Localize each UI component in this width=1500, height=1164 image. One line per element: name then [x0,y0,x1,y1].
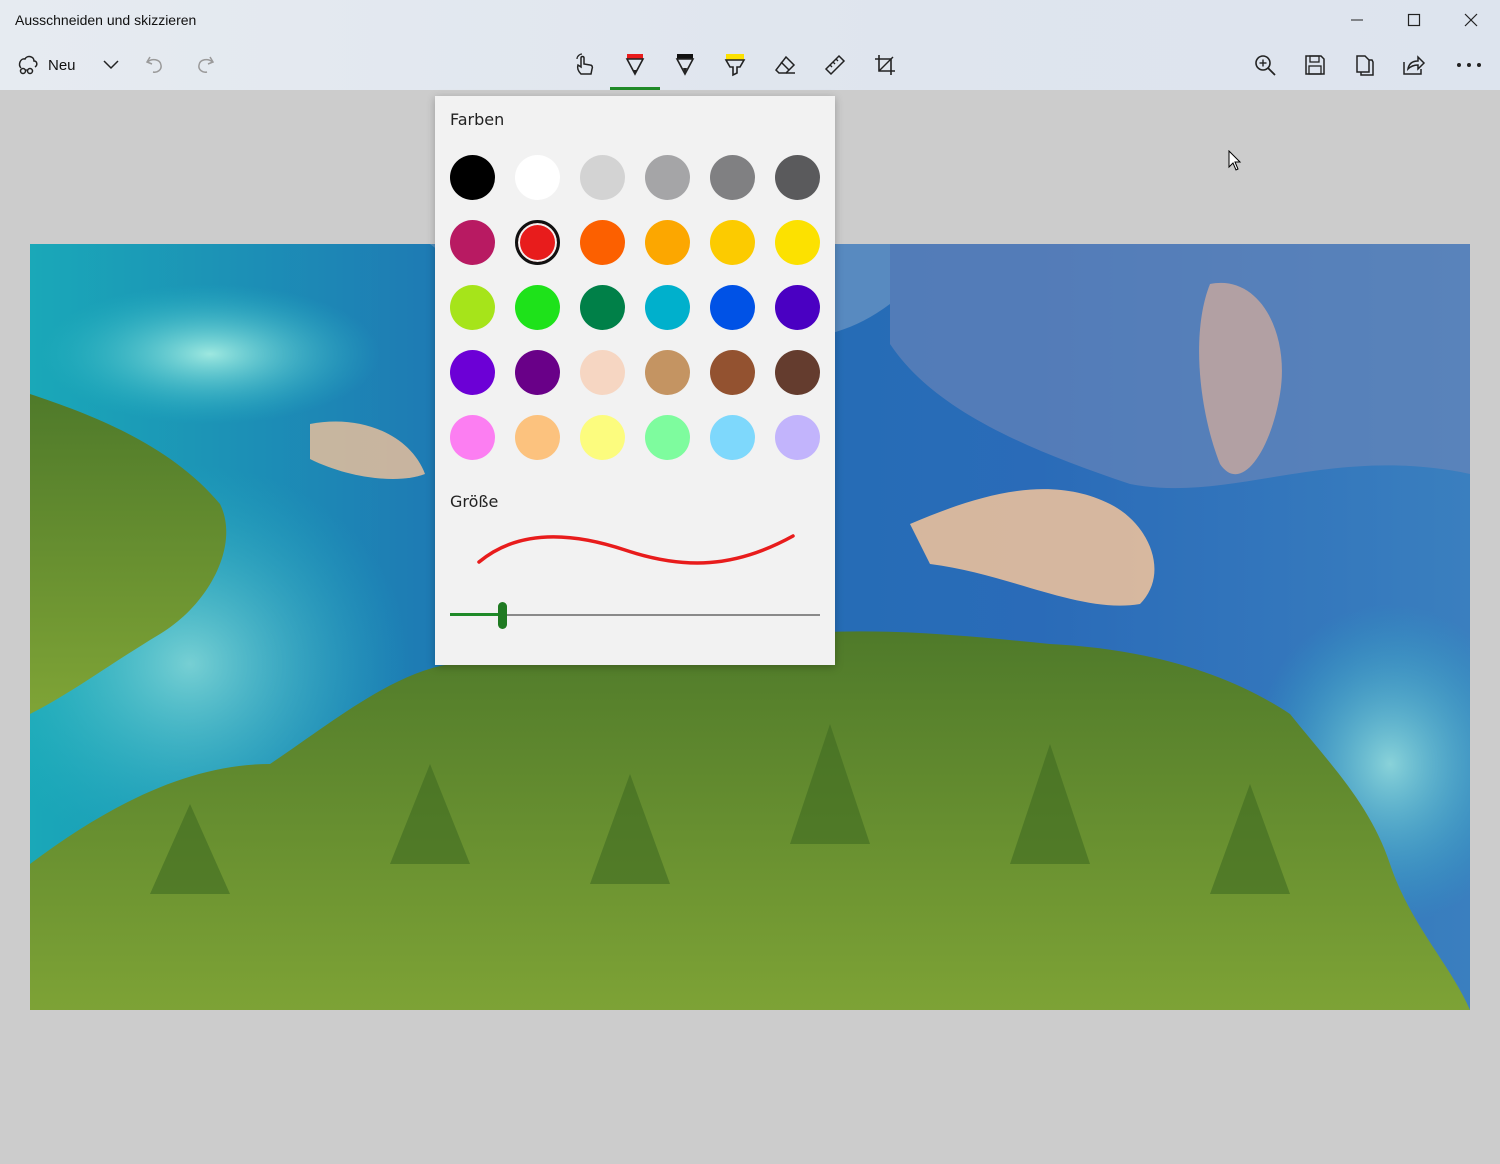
stroke-size-preview [477,534,795,565]
color-swatch[interactable] [580,155,625,200]
share-icon [1403,55,1426,75]
color-swatch[interactable] [645,155,690,200]
active-tool-indicator [610,87,660,90]
color-swatch[interactable] [515,220,560,265]
color-swatch[interactable] [710,155,755,200]
ruler-icon [824,54,846,76]
color-swatch[interactable] [515,415,560,460]
crop-icon [875,55,895,75]
eraser-icon [775,55,796,74]
more-icon [1457,63,1481,67]
color-swatch[interactable] [450,220,495,265]
slider-fill [450,613,502,616]
minimize-icon [1351,19,1363,21]
highlighter-button[interactable] [712,44,758,86]
color-swatch[interactable] [775,285,820,330]
size-slider[interactable] [450,600,820,630]
color-swatch[interactable] [775,155,820,200]
app-title: Ausschneiden und skizzieren [15,12,197,28]
color-swatch[interactable] [515,350,560,395]
copy-button[interactable] [1342,44,1388,86]
close-icon [1464,13,1478,27]
title-bar: Ausschneiden und skizzieren Neu [0,0,1500,90]
touch-writing-button[interactable] [562,44,608,86]
new-options-button[interactable] [88,44,134,86]
color-swatch[interactable] [580,350,625,395]
color-swatch-grid [450,155,820,460]
undo-icon [145,56,162,73]
undo-button[interactable] [132,44,178,86]
ballpoint-pen-button[interactable] [612,44,658,86]
close-button[interactable] [1443,0,1499,40]
color-swatch[interactable] [450,285,495,330]
color-swatch[interactable] [710,220,755,265]
share-button[interactable] [1391,44,1437,86]
color-swatch[interactable] [775,220,820,265]
color-swatch[interactable] [775,350,820,395]
ruler-button[interactable] [812,44,858,86]
color-swatch[interactable] [580,220,625,265]
color-swatch[interactable] [645,285,690,330]
color-swatch[interactable] [710,350,755,395]
eraser-button[interactable] [762,44,808,86]
redo-button[interactable] [182,44,228,86]
color-swatch[interactable] [450,415,495,460]
color-swatch[interactable] [450,155,495,200]
crop-button[interactable] [862,44,908,86]
more-options-button[interactable] [1446,44,1492,86]
ballpoint-pen-icon [625,54,645,76]
size-heading: Größe [450,492,499,511]
new-snip-icon [18,55,38,75]
color-swatch[interactable] [645,220,690,265]
copy-icon [1356,55,1374,76]
save-icon [1305,55,1325,75]
highlighter-icon [724,54,746,77]
chevron-down-icon [103,60,119,70]
new-snip-button[interactable]: Neu [10,44,86,86]
slider-thumb[interactable] [498,602,507,629]
color-swatch[interactable] [645,415,690,460]
color-swatch[interactable] [710,415,755,460]
maximize-icon [1407,13,1421,27]
color-swatch[interactable] [710,285,755,330]
color-swatch[interactable] [580,415,625,460]
pencil-button[interactable] [662,44,708,86]
color-swatch[interactable] [775,415,820,460]
colors-heading: Farben [450,110,505,129]
new-snip-label: Neu [48,56,76,74]
color-swatch[interactable] [515,155,560,200]
mouse-pointer-icon [1228,150,1242,171]
color-swatch[interactable] [515,285,560,330]
redo-icon [198,56,215,73]
save-button[interactable] [1292,44,1338,86]
color-swatch[interactable] [645,350,690,395]
maximize-button[interactable] [1386,0,1442,40]
color-swatch[interactable] [450,350,495,395]
pencil-icon [675,54,695,76]
zoom-in-icon [1255,55,1276,76]
zoom-button[interactable] [1242,44,1288,86]
minimize-button[interactable] [1329,0,1385,40]
pen-options-flyout: Farben Größe [435,96,835,665]
touch-writing-icon [576,53,594,75]
color-swatch[interactable] [580,285,625,330]
